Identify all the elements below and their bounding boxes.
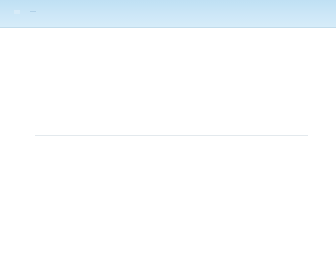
page: — bbox=[0, 0, 336, 280]
header-mark bbox=[14, 10, 20, 14]
footer-divider bbox=[35, 135, 308, 136]
header-bar: — bbox=[0, 0, 336, 28]
notice-panel bbox=[249, 56, 329, 59]
site-logo[interactable]: — bbox=[30, 9, 36, 16]
